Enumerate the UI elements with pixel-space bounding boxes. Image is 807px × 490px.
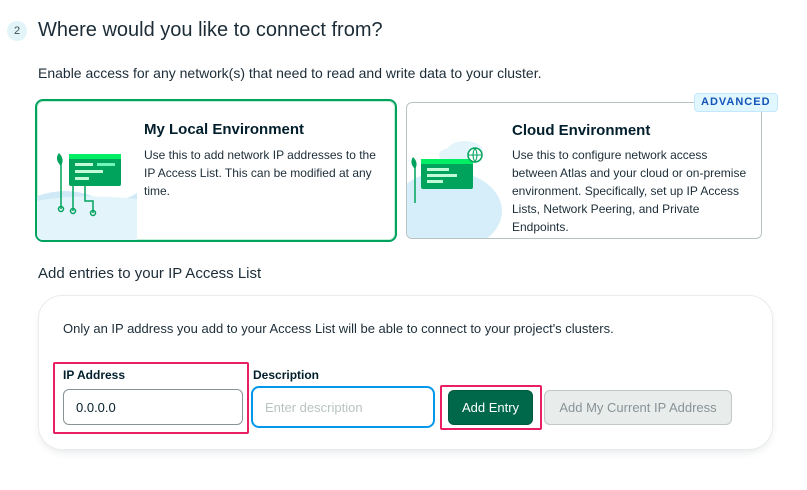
intro-text: Enable access for any network(s) that ne… (38, 65, 542, 81)
local-environment-description: Use this to add network IP addresses to … (144, 148, 376, 198)
local-environment-title: My Local Environment (144, 121, 305, 138)
access-list-note: Only an IP address you add to your Acces… (63, 321, 614, 336)
add-entry-button[interactable]: Add Entry (448, 390, 533, 425)
ip-address-input[interactable] (63, 389, 243, 425)
description-input[interactable] (251, 386, 435, 428)
ip-address-label: IP Address (63, 368, 126, 382)
cloud-environment-description: Use this to configure network access bet… (512, 148, 747, 234)
local-environment-card[interactable]: My Local Environment Use this to add net… (35, 99, 397, 242)
local-network-illustration (37, 153, 137, 240)
access-list-heading: Add entries to your IP Access List (38, 265, 262, 282)
cloud-network-illustration (407, 141, 502, 238)
add-current-ip-button[interactable]: Add My Current IP Address (544, 390, 732, 425)
cloud-environment-title: Cloud Environment (512, 122, 651, 139)
step-number-badge: 2 (7, 21, 27, 41)
cloud-environment-card[interactable]: Cloud Environment Use this to configure … (406, 102, 762, 239)
advanced-badge: ADVANCED (694, 93, 778, 112)
description-label: Description (253, 368, 320, 382)
page-title: Where would you like to connect from? (38, 19, 383, 41)
